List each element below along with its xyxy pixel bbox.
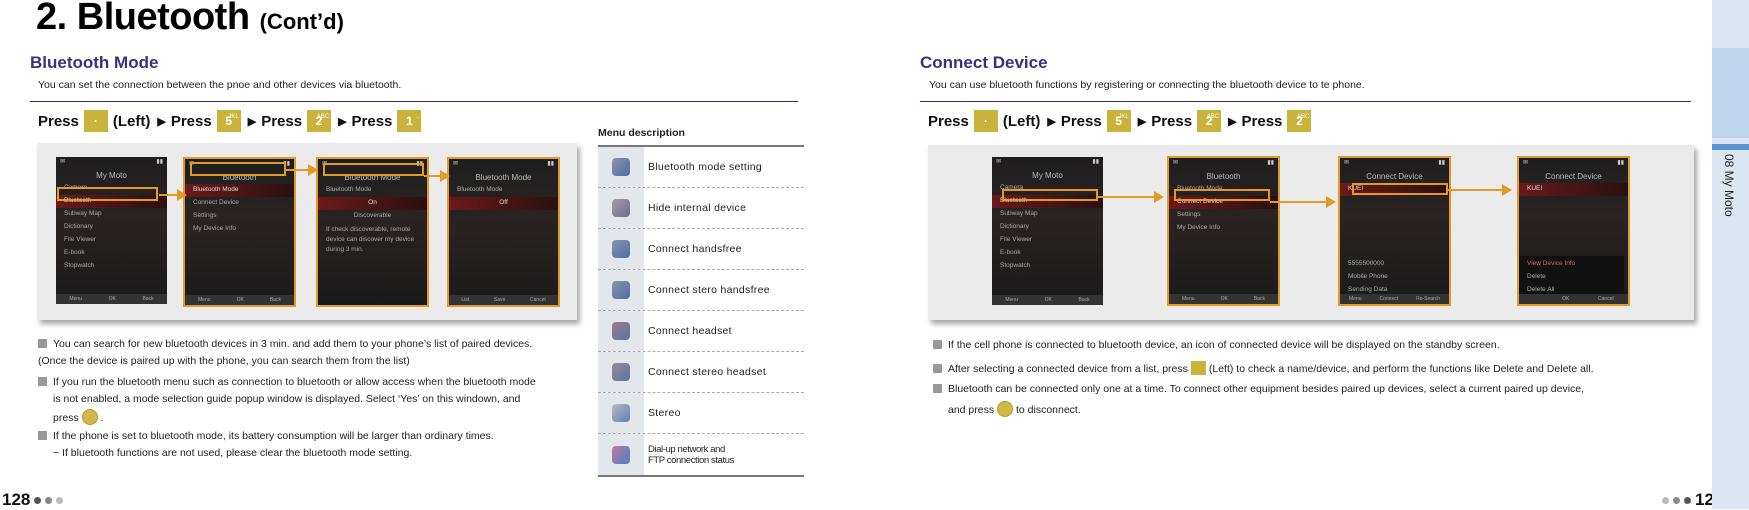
- chapter-sidebar: 08 My Moto: [1712, 0, 1749, 509]
- divider: [30, 101, 798, 102]
- dialup-ftp-icon: [612, 445, 630, 464]
- bullet-continuation: (Once the device is paired up with the p…: [38, 355, 410, 367]
- arrow-icon: [424, 170, 450, 182]
- key-2-icon: 2 ABC: [1197, 110, 1222, 132]
- bullet-continuation: is not enabled, a mode selection guide p…: [53, 393, 521, 405]
- phone-screen: ✉ ▮▮ Bluetooth Mode Bluetooth Mode On Dis…: [316, 157, 429, 307]
- arrow-icon: [1270, 196, 1336, 208]
- menu-row: Bluetooth mode setting: [598, 147, 804, 188]
- section-description: You can use bluetooth functions by regis…: [929, 79, 1365, 91]
- menu-row: Dial-up network and FTP connection status: [598, 434, 804, 475]
- bullet-sub: − If bluetooth functions are not used, p…: [53, 447, 413, 459]
- handsfree-icon: [612, 240, 630, 258]
- phone-screen: ✉ ▮▮ Bluetooth Bluetooth Mode Connect Dev…: [183, 157, 296, 307]
- press-sequence: Press · (Left) ▶ Press 5 JKL ▶ Press 2 ABC ▶…: [38, 110, 422, 132]
- key-5-icon: 5 JKL: [216, 110, 241, 132]
- highlight-box: [1174, 189, 1270, 201]
- press-sequence: Press · (Left) ▶ Press 5 JKL ▶ Press 2 ABC ▶…: [928, 110, 1312, 132]
- menu-row: Hide internal device: [598, 188, 804, 229]
- phone-screen: ✉ ▮▮ Connect Device KUEI View Device Info…: [1517, 156, 1630, 306]
- arrow-icon: [1448, 184, 1512, 196]
- highlight-box: [1002, 189, 1098, 201]
- left-softkey-icon: [1190, 361, 1206, 375]
- menu-description-heading: Menu description: [598, 127, 685, 139]
- section-heading-connect-device: Connect Device: [920, 53, 1048, 72]
- key-1-icon: 1.,: [397, 110, 422, 132]
- phone-screen: ✉ ▮▮ My Moto Camera Bluetooth Subway Map …: [56, 157, 167, 304]
- bullet-item: Bluetooth can be connected only one at a…: [933, 381, 1584, 398]
- section-description: You can set the connection between the p…: [38, 79, 402, 91]
- bullet-item: If the phone is set to bluetooth mode, i…: [38, 428, 494, 445]
- page-number-left: 128: [2, 490, 64, 510]
- arrow-icon: [1098, 191, 1164, 203]
- key-2-icon: 2 ABC: [1287, 110, 1312, 132]
- left-softkey-icon: ·: [83, 110, 108, 132]
- highlight-box: [1352, 183, 1448, 195]
- highlight-box: [190, 162, 286, 176]
- stereo-icon: [612, 404, 630, 422]
- section-heading-bluetooth-mode: Bluetooth Mode: [30, 53, 159, 72]
- center-key-icon: [81, 409, 98, 425]
- bluetooth-mode-icon: [612, 158, 630, 176]
- bullet-continuation: press .: [53, 409, 103, 427]
- bullet-item: You can search for new bluetooth devices…: [38, 336, 532, 353]
- phone-screen: ✉ ▮▮ Bluetooth Bluetooth Mode Connect Dev…: [1167, 156, 1280, 306]
- page-title: 2. Bluetooth (Cont’d): [36, 0, 344, 38]
- highlight-box: [323, 163, 424, 176]
- screens-panel-left: ✉ ▮▮ My Moto Camera Bluetooth Subway Map …: [37, 143, 577, 320]
- highlight-box: [57, 187, 158, 201]
- end-key-icon: [997, 401, 1014, 417]
- bullet-continuation: and press to disconnect.: [948, 401, 1081, 419]
- bullet-item: If you run the bluetooth menu such as co…: [38, 374, 536, 391]
- menu-row: Stereo: [598, 393, 804, 434]
- menu-row: Connect headset: [598, 311, 804, 352]
- chapter-label: 08 My Moto: [1722, 154, 1736, 217]
- headset-icon: [612, 322, 630, 340]
- phone-screen: ✉ ▮▮ Connect Device KUEI 5555500000 Mobil…: [1338, 156, 1451, 306]
- menu-row: Connect stero handsfree: [598, 270, 804, 311]
- bullet-item: After selecting a connected device from …: [933, 361, 1594, 378]
- arrow-icon: [286, 164, 318, 176]
- menu-row: Connect stereo headset: [598, 352, 804, 393]
- menu-row: Connect handsfree: [598, 229, 804, 270]
- divider: [920, 101, 1691, 102]
- stereo-handsfree-icon: [612, 281, 630, 299]
- stereo-headset-icon: [612, 363, 630, 381]
- hide-device-icon: [612, 199, 630, 217]
- phone-screen: ✉ ▮▮ My Moto Camera Bluetooth Subway Map …: [992, 157, 1103, 305]
- screens-panel-right: ✉ ▮▮ My Moto Camera Bluetooth Subway Map …: [928, 145, 1694, 320]
- key-2-icon: 2 ABC: [307, 110, 332, 132]
- arrow-icon: [159, 189, 187, 201]
- menu-description-table: Bluetooth mode setting Hide internal dev…: [598, 145, 804, 477]
- left-softkey-icon: ·: [973, 110, 998, 132]
- key-5-icon: 5 JKL: [1106, 110, 1131, 132]
- bullet-item: If the cell phone is connected to blueto…: [933, 337, 1500, 354]
- phone-screen: ✉ ▮▮ Bluetooth Mode Bluetooth Mode Off Li…: [447, 157, 560, 307]
